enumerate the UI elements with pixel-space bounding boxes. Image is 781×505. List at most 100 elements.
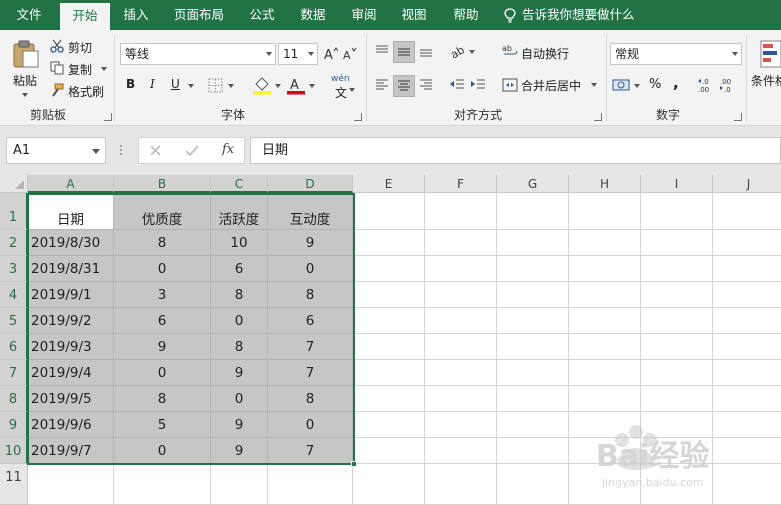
tab-insert[interactable]: 插入 — [113, 0, 159, 30]
table-cell[interactable]: 6 — [268, 308, 353, 334]
font-color-icon[interactable]: A — [286, 75, 306, 95]
empty-cell[interactable] — [713, 256, 781, 282]
empty-cell[interactable] — [425, 360, 497, 386]
empty-cell[interactable] — [353, 193, 425, 230]
row-header[interactable]: 3 — [0, 256, 28, 282]
fill-handle[interactable] — [351, 461, 357, 467]
column-header[interactable]: I — [641, 175, 713, 193]
select-all-button[interactable] — [0, 175, 28, 193]
empty-cell[interactable] — [713, 282, 781, 308]
tab-review[interactable]: 审阅 — [342, 0, 386, 30]
table-cell[interactable]: 9 — [268, 230, 353, 256]
bold-button[interactable]: B — [126, 77, 135, 91]
table-cell[interactable]: 2019/9/4 — [28, 360, 114, 386]
borders-icon[interactable] — [208, 78, 223, 93]
decrease-decimal-icon[interactable]: .00 .0 — [719, 76, 737, 94]
table-cell[interactable]: 2019/8/30 — [28, 230, 114, 256]
empty-cell[interactable] — [569, 360, 641, 386]
header-cell[interactable]: 优质度 — [114, 193, 211, 230]
phonetic-guide-top[interactable]: wén — [331, 74, 350, 84]
table-cell[interactable]: 7 — [268, 438, 353, 464]
clipboard-dialog-launcher[interactable] — [104, 113, 112, 121]
table-cell[interactable]: 9 — [211, 360, 268, 386]
table-cell[interactable]: 3 — [114, 282, 211, 308]
empty-cell[interactable] — [114, 464, 211, 505]
empty-cell[interactable] — [425, 230, 497, 256]
align-left-icon[interactable] — [374, 77, 390, 93]
comma-style-button[interactable]: , — [673, 74, 679, 92]
enter-icon[interactable] — [185, 144, 199, 157]
table-cell[interactable]: 8 — [211, 282, 268, 308]
header-cell[interactable]: 活跃度 — [211, 193, 268, 230]
row-header[interactable]: 1 — [0, 193, 28, 230]
empty-cell[interactable] — [497, 412, 569, 438]
table-cell[interactable]: 0 — [211, 386, 268, 412]
table-cell[interactable]: 8 — [211, 334, 268, 360]
column-header[interactable]: C — [211, 175, 268, 193]
font-dialog-launcher[interactable] — [354, 113, 362, 121]
empty-cell[interactable] — [641, 230, 713, 256]
empty-cell[interactable] — [569, 193, 641, 230]
empty-cell[interactable] — [353, 256, 425, 282]
tell-me-search[interactable]: 告诉我你想要做什么 — [503, 0, 635, 30]
empty-cell[interactable] — [353, 308, 425, 334]
empty-cell[interactable] — [425, 334, 497, 360]
tab-data[interactable]: 数据 — [290, 0, 336, 30]
table-cell[interactable]: 8 — [268, 386, 353, 412]
empty-cell[interactable] — [641, 386, 713, 412]
empty-cell[interactable] — [497, 230, 569, 256]
phonetic-guide-button[interactable]: 文 — [335, 84, 347, 101]
empty-cell[interactable] — [425, 412, 497, 438]
empty-cell[interactable] — [713, 334, 781, 360]
fill-color-dropdown[interactable] — [275, 84, 281, 88]
merge-dropdown[interactable] — [591, 83, 597, 87]
underline-dropdown[interactable] — [188, 84, 194, 88]
table-cell[interactable]: 9 — [211, 438, 268, 464]
column-header[interactable]: J — [713, 175, 781, 193]
italic-button[interactable]: I — [150, 77, 155, 91]
conditional-formatting-icon[interactable] — [760, 39, 781, 69]
empty-cell[interactable] — [569, 282, 641, 308]
name-box[interactable]: A1 — [6, 137, 106, 164]
table-cell[interactable]: 8 — [268, 282, 353, 308]
column-header[interactable]: A — [28, 175, 114, 193]
borders-dropdown[interactable] — [228, 84, 234, 88]
column-header[interactable]: D — [268, 175, 353, 193]
empty-cell[interactable] — [353, 412, 425, 438]
cancel-icon[interactable] — [149, 144, 162, 157]
empty-cell[interactable] — [497, 282, 569, 308]
column-header[interactable]: G — [497, 175, 569, 193]
empty-cell[interactable] — [353, 230, 425, 256]
copy-button[interactable]: 复制 — [68, 61, 92, 78]
insert-function-button[interactable]: fx — [222, 142, 234, 157]
accounting-format-icon[interactable] — [612, 77, 632, 93]
table-cell[interactable]: 2019/9/2 — [28, 308, 114, 334]
decrease-indent-icon[interactable] — [449, 77, 465, 93]
tab-view[interactable]: 视图 — [392, 0, 436, 30]
increase-decimal-icon[interactable]: .0 .00 — [697, 76, 715, 94]
table-cell[interactable]: 7 — [268, 360, 353, 386]
empty-cell[interactable] — [353, 334, 425, 360]
empty-cell[interactable] — [497, 193, 569, 230]
table-cell[interactable]: 6 — [114, 308, 211, 334]
empty-cell[interactable] — [353, 282, 425, 308]
fill-color-icon[interactable] — [252, 75, 272, 95]
table-cell[interactable]: 0 — [268, 256, 353, 282]
formula-input[interactable]: 日期 — [250, 137, 781, 164]
empty-cell[interactable] — [713, 386, 781, 412]
number-dialog-launcher[interactable] — [734, 113, 742, 121]
empty-cell[interactable] — [28, 464, 114, 505]
table-cell[interactable]: 8 — [114, 230, 211, 256]
empty-cell[interactable] — [569, 386, 641, 412]
column-header[interactable]: F — [425, 175, 497, 193]
empty-cell[interactable] — [713, 308, 781, 334]
merge-center-button[interactable]: 合并后居中 — [521, 77, 581, 94]
tab-file[interactable]: 文件 — [0, 0, 58, 30]
table-cell[interactable]: 0 — [114, 256, 211, 282]
font-size-combo[interactable]: 11 — [278, 43, 318, 65]
row-header[interactable]: 6 — [0, 334, 28, 360]
empty-cell[interactable] — [425, 256, 497, 282]
tab-home[interactable]: 开始 — [60, 3, 110, 30]
alignment-dialog-launcher[interactable] — [594, 113, 602, 121]
row-header[interactable]: 9 — [0, 412, 28, 438]
